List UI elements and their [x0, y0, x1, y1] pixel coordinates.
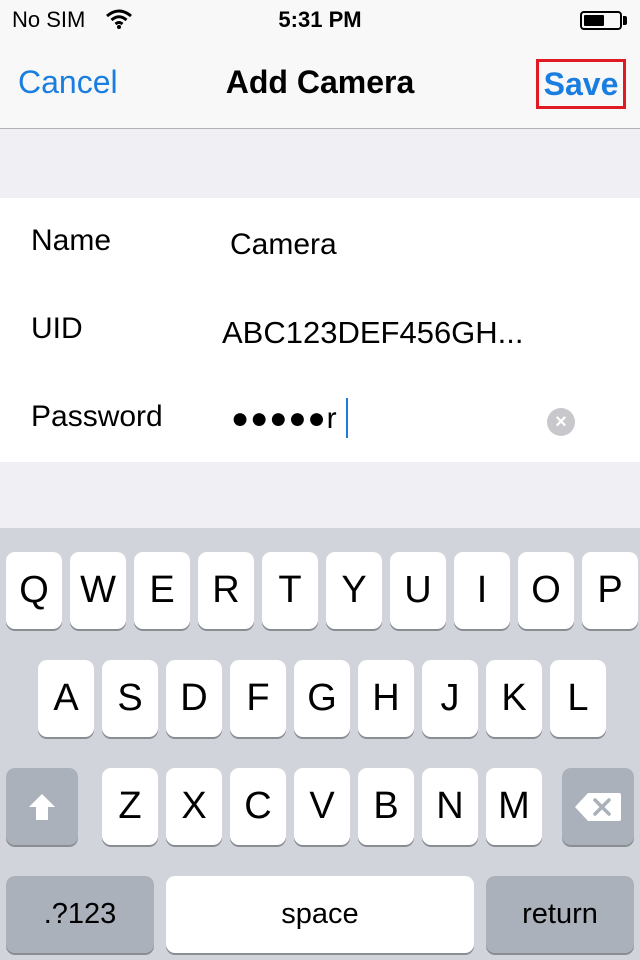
key-l[interactable]: L [550, 660, 606, 737]
key-b[interactable]: B [358, 768, 414, 845]
status-bar: No SIM 5:31 PM [0, 0, 640, 40]
name-label: Name [31, 224, 112, 257]
key-e[interactable]: E [134, 552, 190, 629]
key-f[interactable]: F [230, 660, 286, 737]
key-p[interactable]: P [582, 552, 638, 629]
uid-label: UID [31, 312, 83, 345]
key-d[interactable]: D [166, 660, 222, 737]
save-button[interactable]: Save [536, 59, 626, 109]
keyboard: Q W E R T Y U I O P A S D F G H J K L Z … [0, 528, 640, 960]
password-field[interactable]: ●●●●●r [231, 402, 338, 436]
uid-field[interactable]: ABC123DEF456GH... [222, 315, 524, 351]
text-cursor [346, 398, 348, 438]
key-i[interactable]: I [454, 552, 510, 629]
key-r[interactable]: R [198, 552, 254, 629]
key-s[interactable]: S [102, 660, 158, 737]
battery-icon [580, 11, 622, 30]
backspace-key[interactable] [562, 768, 634, 845]
backspace-icon [575, 793, 621, 821]
key-y[interactable]: Y [326, 552, 382, 629]
key-v[interactable]: V [294, 768, 350, 845]
key-q[interactable]: Q [6, 552, 62, 629]
key-n[interactable]: N [422, 768, 478, 845]
key-x[interactable]: X [166, 768, 222, 845]
key-h[interactable]: H [358, 660, 414, 737]
key-k[interactable]: K [486, 660, 542, 737]
key-c[interactable]: C [230, 768, 286, 845]
navigation-bar: Cancel Add Camera Save [0, 40, 640, 129]
shift-key[interactable] [6, 768, 78, 845]
numbers-key[interactable]: .?123 [6, 876, 154, 953]
key-t[interactable]: T [262, 552, 318, 629]
name-field[interactable]: Camera [230, 228, 337, 262]
key-z[interactable]: Z [102, 768, 158, 845]
password-label: Password [31, 400, 163, 433]
key-m[interactable]: M [486, 768, 542, 845]
clear-text-icon[interactable]: × [547, 408, 575, 436]
key-u[interactable]: U [390, 552, 446, 629]
key-a[interactable]: A [38, 660, 94, 737]
space-key[interactable]: space [166, 876, 474, 953]
key-w[interactable]: W [70, 552, 126, 629]
clock: 5:31 PM [278, 7, 362, 32]
key-g[interactable]: G [294, 660, 350, 737]
key-j[interactable]: J [422, 660, 478, 737]
return-key[interactable]: return [486, 876, 634, 953]
battery-level [584, 15, 604, 26]
shift-arrow-icon [29, 794, 55, 820]
key-o[interactable]: O [518, 552, 574, 629]
battery-nub [623, 16, 627, 25]
